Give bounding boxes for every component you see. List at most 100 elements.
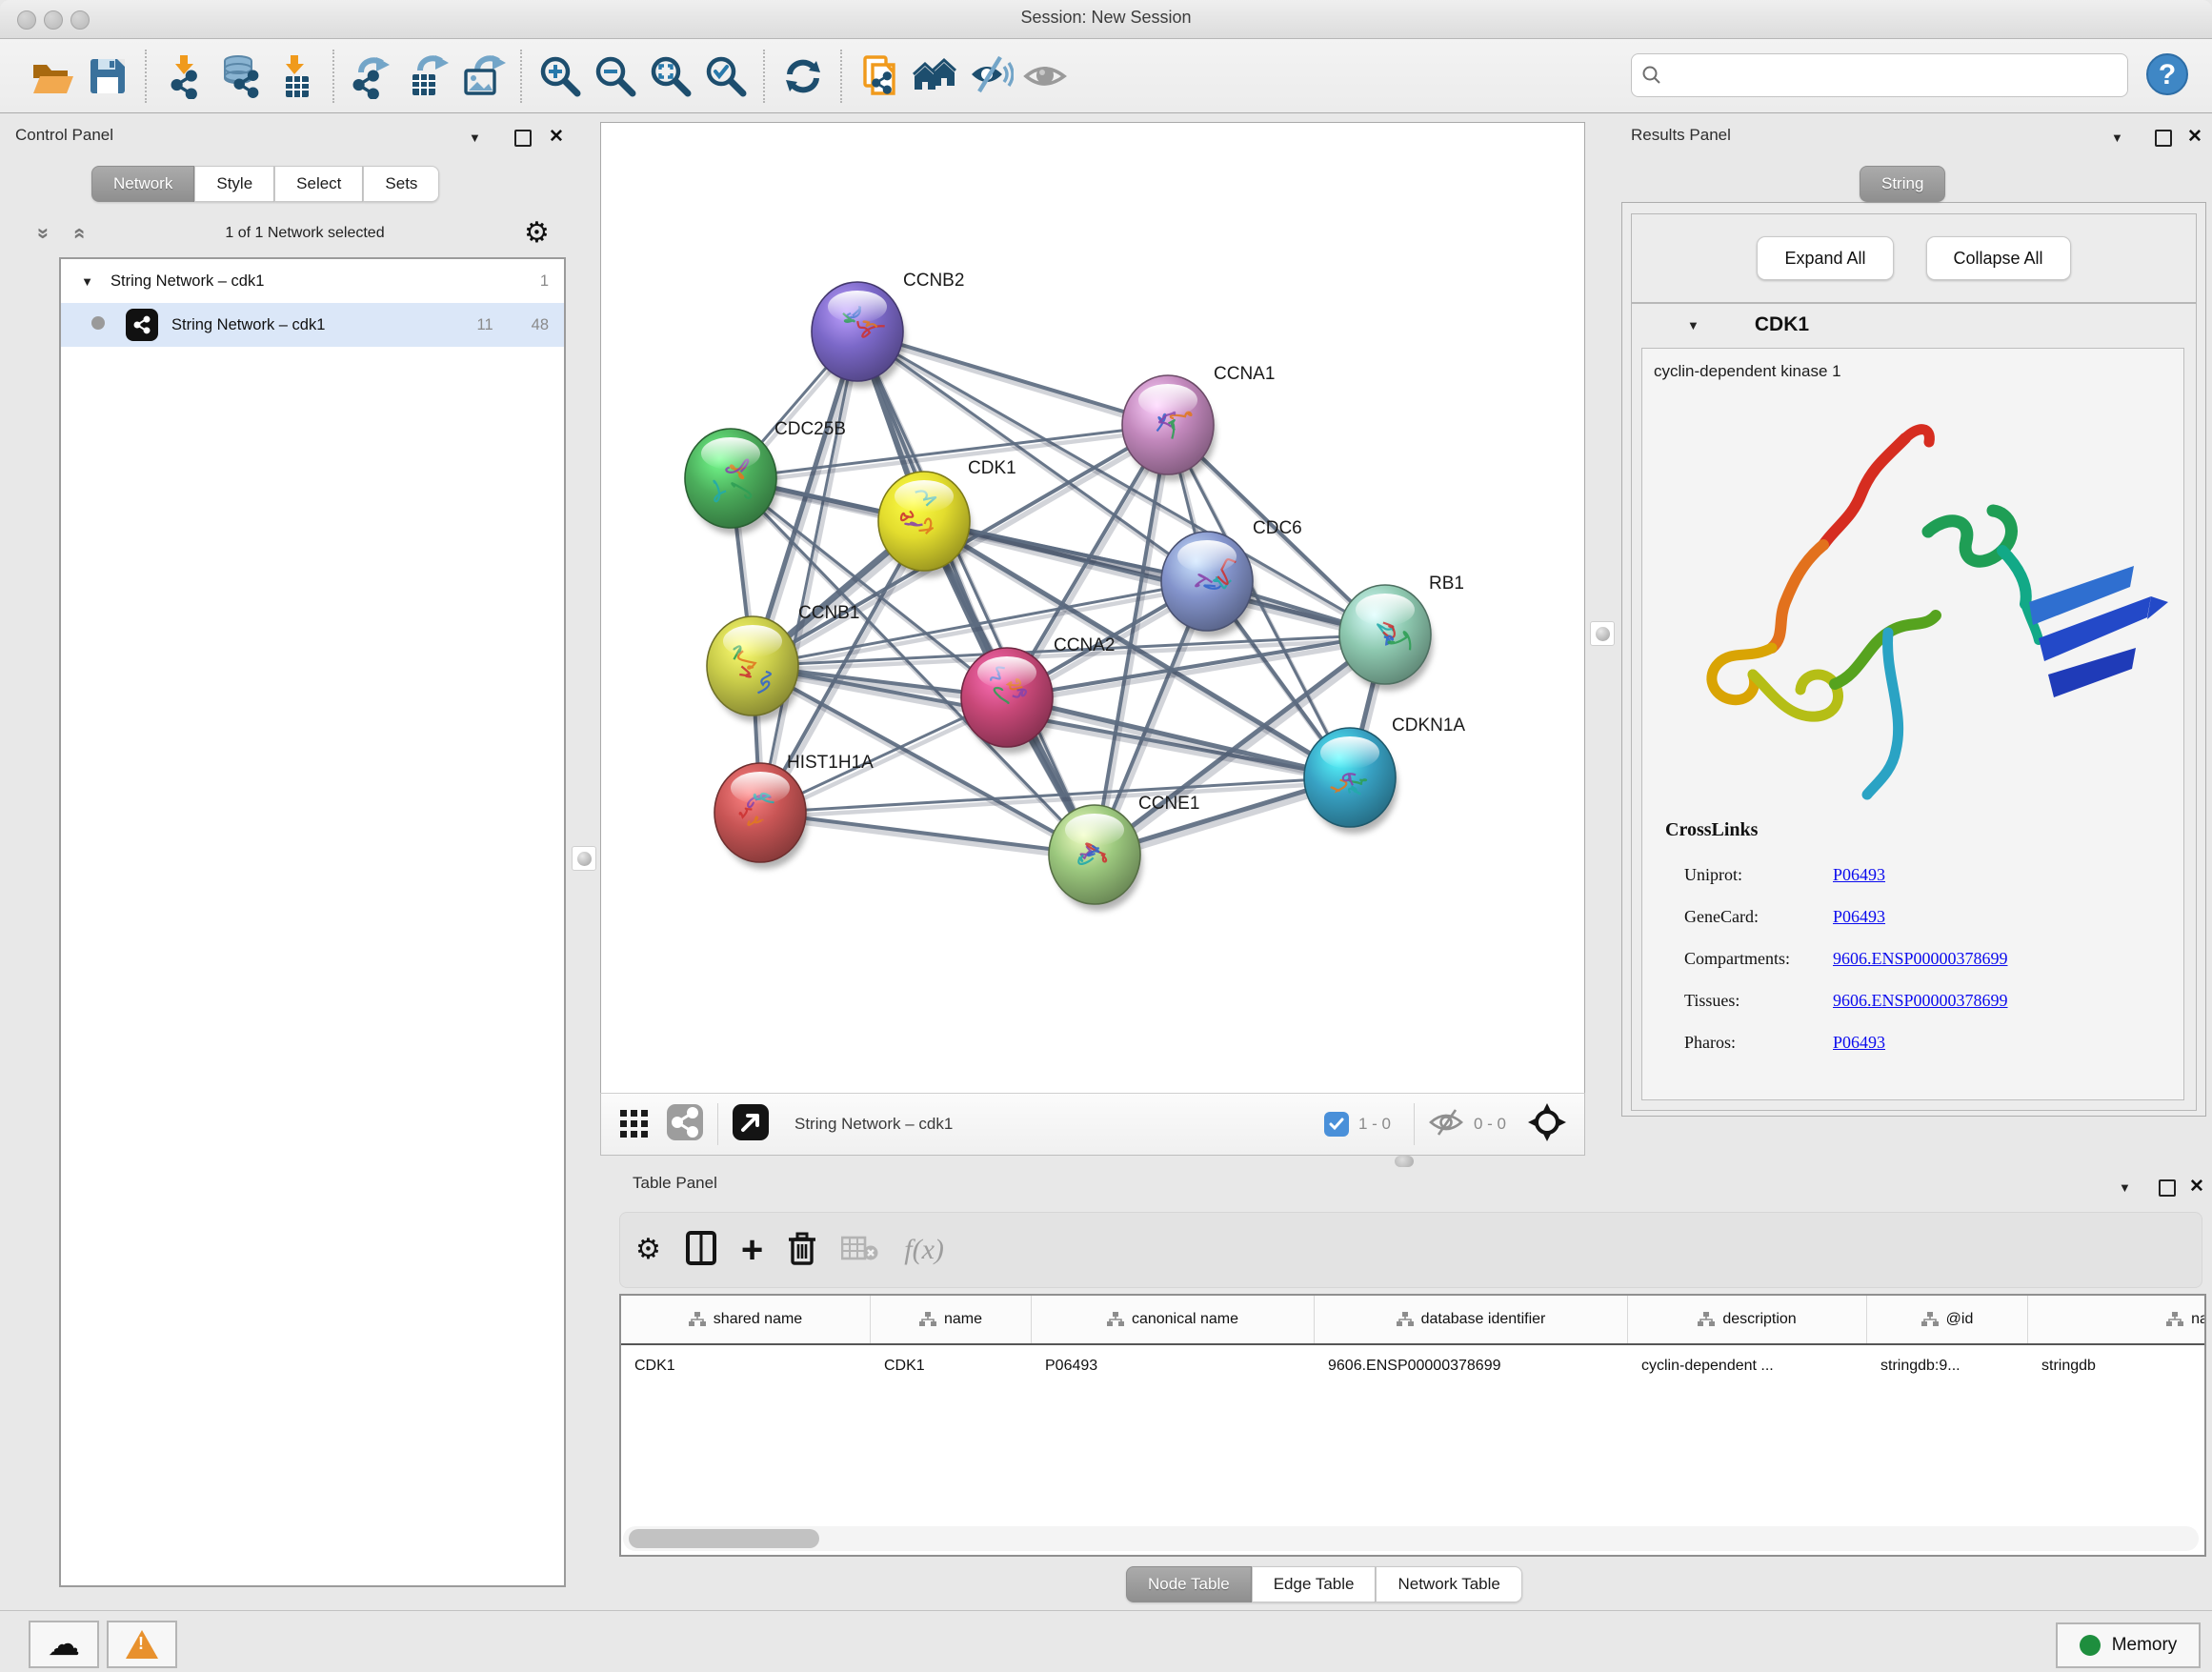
results-panel-float-button[interactable] bbox=[2155, 130, 2172, 151]
refresh-layout-button[interactable] bbox=[775, 49, 831, 104]
duplicate-network-button[interactable] bbox=[853, 49, 908, 104]
birdseye-grid-button[interactable] bbox=[618, 1106, 651, 1143]
table-cell[interactable]: stringdb:9... bbox=[1867, 1345, 2028, 1387]
results-panel-close-button[interactable]: ✕ bbox=[2187, 126, 2202, 148]
control-panel-menu-button[interactable]: ▼ bbox=[469, 130, 481, 147]
control-panel-float-button[interactable] bbox=[514, 130, 532, 151]
table-options-gear-button[interactable]: ⚙ bbox=[635, 1236, 661, 1264]
import-network-database-icon bbox=[217, 53, 263, 99]
control-panel-close-button[interactable]: ✕ bbox=[549, 126, 564, 148]
network-row[interactable]: String Network – cdk1 11 48 bbox=[61, 303, 564, 347]
home-icon bbox=[913, 53, 958, 99]
crosshair-icon bbox=[1527, 1102, 1567, 1142]
show-hide-button[interactable] bbox=[963, 49, 1018, 104]
network-node-CDK1[interactable]: CDK1 bbox=[878, 458, 1016, 577]
export-network-button[interactable] bbox=[345, 49, 400, 104]
warnings-button[interactable] bbox=[107, 1621, 177, 1668]
crosslink-link[interactable]: P06493 bbox=[1833, 1033, 1885, 1053]
toolbar-separator bbox=[520, 50, 523, 103]
column-header-namespace[interactable]: namespace bbox=[2028, 1296, 2206, 1343]
scrollbar-thumb[interactable] bbox=[629, 1529, 819, 1548]
zoom-out-button[interactable] bbox=[588, 49, 643, 104]
table-cell[interactable]: cyclin-dependent ... bbox=[1628, 1345, 1867, 1387]
selected-indicator-checkbox[interactable] bbox=[1324, 1112, 1349, 1137]
table-row[interactable]: CDK1 CDK1 P06493 9606.ENSP00000378699 cy… bbox=[621, 1345, 2204, 1387]
table-cell[interactable]: CDK1 bbox=[621, 1345, 871, 1387]
column-header-shared-name[interactable]: shared name bbox=[621, 1296, 871, 1343]
eye-disabled-button[interactable] bbox=[1018, 49, 1074, 104]
column-header-database-identifier[interactable]: database identifier bbox=[1315, 1296, 1628, 1343]
crosslink-link[interactable]: P06493 bbox=[1833, 907, 1885, 927]
left-splitter-handle[interactable] bbox=[572, 846, 596, 871]
network-node-CCNB2[interactable]: CCNB2 bbox=[812, 271, 964, 388]
expand-all-button[interactable]: Expand All bbox=[1757, 236, 1893, 280]
section-collapse-icon[interactable]: ▼ bbox=[1687, 318, 1699, 332]
cloud-status-button[interactable]: ☁ bbox=[29, 1621, 99, 1668]
tab-style[interactable]: Style bbox=[194, 166, 274, 202]
crosslink-link[interactable]: P06493 bbox=[1833, 865, 1885, 885]
horizontal-splitter-handle[interactable] bbox=[1395, 1156, 1414, 1167]
network-node-CDKN1A[interactable]: CDKN1A bbox=[1304, 715, 1465, 834]
column-header-name[interactable]: name bbox=[871, 1296, 1032, 1343]
collapse-all-tree-button[interactable]: » bbox=[38, 221, 50, 246]
svg-text:CCNB1: CCNB1 bbox=[798, 603, 859, 623]
delete-column-button[interactable] bbox=[788, 1231, 816, 1270]
network-node-CCNE1[interactable]: CCNE1 bbox=[1049, 794, 1199, 911]
create-column-button[interactable]: + bbox=[741, 1235, 763, 1265]
crosslink-link[interactable]: 9606.ENSP00000378699 bbox=[1833, 949, 2008, 969]
tab-edge-table[interactable]: Edge Table bbox=[1252, 1566, 1377, 1602]
import-network-button[interactable] bbox=[157, 49, 212, 104]
collection-expand-icon[interactable]: ▼ bbox=[61, 274, 93, 289]
tab-network[interactable]: Network bbox=[91, 166, 194, 202]
results-panel-menu-button[interactable]: ▼ bbox=[2111, 130, 2123, 147]
tab-select[interactable]: Select bbox=[274, 166, 363, 202]
network-options-gear-button[interactable]: ⚙ bbox=[524, 219, 550, 248]
right-splitter-handle[interactable] bbox=[1590, 621, 1615, 646]
open-in-string-button[interactable] bbox=[732, 1103, 770, 1146]
table-horizontal-scrollbar[interactable] bbox=[623, 1526, 2199, 1551]
column-header--id[interactable]: @id bbox=[1867, 1296, 2028, 1343]
search-box[interactable] bbox=[1631, 53, 2128, 97]
search-input[interactable] bbox=[1662, 65, 2118, 86]
open-session-button[interactable] bbox=[25, 49, 80, 104]
zoom-fit-button[interactable] bbox=[643, 49, 698, 104]
table-cell[interactable]: P06493 bbox=[1032, 1345, 1315, 1387]
memory-button[interactable]: Memory bbox=[2056, 1622, 2201, 1668]
show-columns-button[interactable] bbox=[686, 1231, 716, 1270]
cdk1-section-header[interactable]: ▼ CDK1 bbox=[1632, 304, 2196, 346]
table-cell[interactable]: CDK1 bbox=[871, 1345, 1032, 1387]
collapse-all-button[interactable]: Collapse All bbox=[1926, 236, 2071, 280]
tab-network-table[interactable]: Network Table bbox=[1376, 1566, 1521, 1602]
export-table-button[interactable] bbox=[400, 49, 455, 104]
import-network-database-button[interactable] bbox=[212, 49, 268, 104]
network-share-button[interactable] bbox=[666, 1103, 704, 1146]
network-collection-row[interactable]: ▼ String Network – cdk1 1 bbox=[61, 259, 564, 303]
table-panel-menu-button[interactable]: ▼ bbox=[2119, 1179, 2131, 1197]
fit-selected-crosshair-button[interactable] bbox=[1527, 1102, 1567, 1147]
gear-icon: ⚙ bbox=[524, 217, 550, 249]
current-network-dot-icon bbox=[91, 316, 105, 330]
column-header-canonical-name[interactable]: canonical name bbox=[1032, 1296, 1315, 1343]
table-cell[interactable]: 9606.ENSP00000378699 bbox=[1315, 1345, 1628, 1387]
tab-node-table[interactable]: Node Table bbox=[1126, 1566, 1252, 1602]
zoom-selected-button[interactable] bbox=[698, 49, 754, 104]
zoom-in-button[interactable] bbox=[533, 49, 588, 104]
crosslink-link[interactable]: 9606.ENSP00000378699 bbox=[1833, 991, 2008, 1011]
table-cell[interactable]: stringdb bbox=[2028, 1345, 2206, 1387]
help-button[interactable]: ? bbox=[2143, 50, 2191, 103]
expand-all-tree-button[interactable]: » bbox=[72, 221, 84, 246]
share-icon bbox=[666, 1103, 704, 1141]
save-session-button[interactable] bbox=[80, 49, 135, 104]
node-table[interactable]: shared name name canonical name database… bbox=[619, 1294, 2206, 1557]
column-header-description[interactable]: description bbox=[1628, 1296, 1867, 1343]
network-node-RB1[interactable]: RB1 bbox=[1339, 574, 1464, 691]
table-panel-float-button[interactable] bbox=[2159, 1179, 2176, 1201]
network-canvas[interactable]: CCNB2 CCNA1 CDC25B CDK1 CDC6 RB1 CCNB1 C… bbox=[600, 122, 1585, 1095]
tab-sets[interactable]: Sets bbox=[363, 166, 439, 202]
home-button[interactable] bbox=[908, 49, 963, 104]
table-panel-close-button[interactable]: ✕ bbox=[2189, 1176, 2204, 1198]
import-table-button[interactable] bbox=[268, 49, 323, 104]
export-image-button[interactable] bbox=[455, 49, 511, 104]
tab-string[interactable]: String bbox=[1860, 166, 1945, 202]
network-node-CCNA1[interactable]: CCNA1 bbox=[1122, 364, 1275, 481]
